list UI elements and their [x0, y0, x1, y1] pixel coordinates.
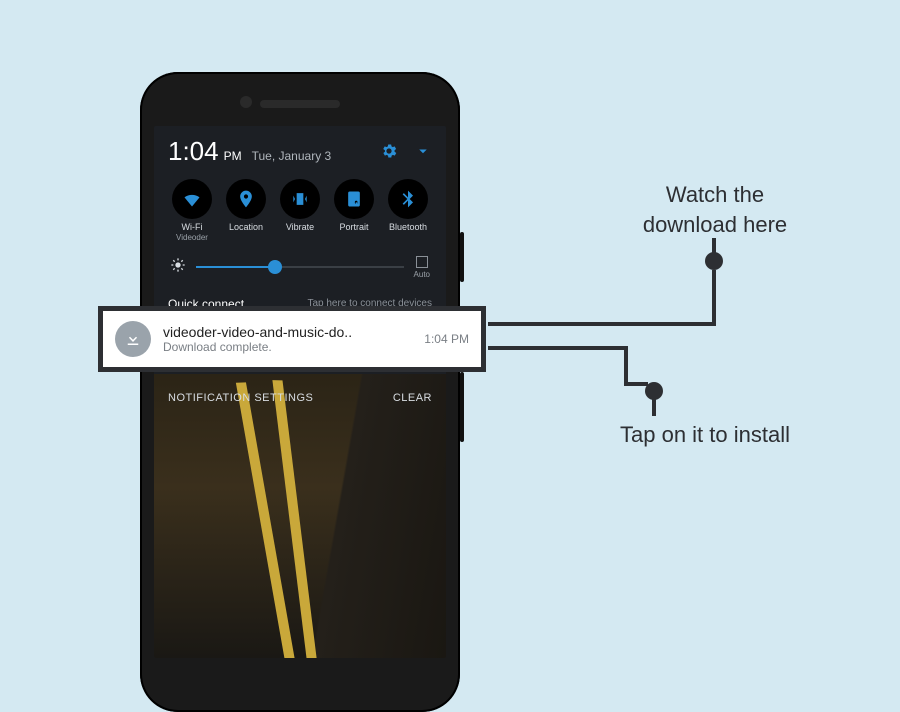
qs-label: Vibrate — [286, 223, 314, 233]
clock: 1:04 PM Tue, January 3 — [168, 136, 331, 167]
shade-footer: NOTIFICATION SETTINGS CLEAR — [154, 384, 446, 412]
gear-icon[interactable] — [380, 142, 398, 165]
phone-speaker — [260, 100, 340, 108]
clear-button[interactable]: CLEAR — [393, 392, 432, 404]
volume-button[interactable] — [460, 372, 464, 442]
location-icon[interactable] — [226, 179, 266, 219]
download-notification[interactable]: videoder-video-and-music-do.. Download c… — [98, 306, 486, 372]
notification-subtitle: Download complete. — [163, 340, 412, 354]
vibrate-icon[interactable] — [280, 179, 320, 219]
qs-vibrate[interactable]: Vibrate — [274, 179, 326, 242]
notification-title: videoder-video-and-music-do.. — [163, 324, 412, 340]
ampm-text: PM — [224, 149, 242, 163]
slider-thumb[interactable] — [268, 260, 282, 274]
qs-label: Bluetooth — [389, 223, 427, 233]
qs-label: Wi-Fi — [182, 223, 203, 233]
qs-bluetooth[interactable]: Bluetooth — [382, 179, 434, 242]
qs-location[interactable]: Location — [220, 179, 272, 242]
annotation-watch: Watch the download here — [620, 180, 810, 239]
brightness-row: Auto — [154, 246, 446, 289]
time-text: 1:04 — [168, 136, 219, 167]
notification-settings-button[interactable]: NOTIFICATION SETTINGS — [168, 392, 313, 404]
brightness-slider[interactable] — [196, 257, 404, 277]
brightness-icon — [170, 257, 186, 278]
chevron-down-icon[interactable] — [414, 142, 432, 165]
quick-settings-row: Wi-Fi Videoder Location Vibrate Portrai — [154, 173, 446, 246]
power-button[interactable] — [460, 232, 464, 282]
portrait-icon[interactable] — [334, 179, 374, 219]
wifi-icon[interactable] — [172, 179, 212, 219]
date-text: Tue, January 3 — [252, 149, 332, 163]
notification-time: 1:04 PM — [424, 332, 469, 346]
download-icon — [115, 321, 151, 357]
auto-brightness-checkbox[interactable] — [416, 256, 428, 268]
qs-wifi[interactable]: Wi-Fi Videoder — [166, 179, 218, 242]
wallpaper — [154, 374, 446, 658]
qs-label: Portrait — [339, 223, 368, 233]
status-row: 1:04 PM Tue, January 3 — [154, 126, 446, 173]
qs-label: Location — [229, 223, 263, 233]
phone-screen: 1:04 PM Tue, January 3 Wi-Fi Videoder — [154, 126, 446, 658]
phone-frame: 1:04 PM Tue, January 3 Wi-Fi Videoder — [140, 72, 460, 712]
annotation-tap: Tap on it to install — [620, 420, 790, 450]
phone-camera — [240, 96, 252, 108]
bluetooth-icon[interactable] — [388, 179, 428, 219]
auto-label: Auto — [414, 270, 430, 279]
qs-sublabel: Videoder — [176, 233, 208, 242]
qs-portrait[interactable]: Portrait — [328, 179, 380, 242]
